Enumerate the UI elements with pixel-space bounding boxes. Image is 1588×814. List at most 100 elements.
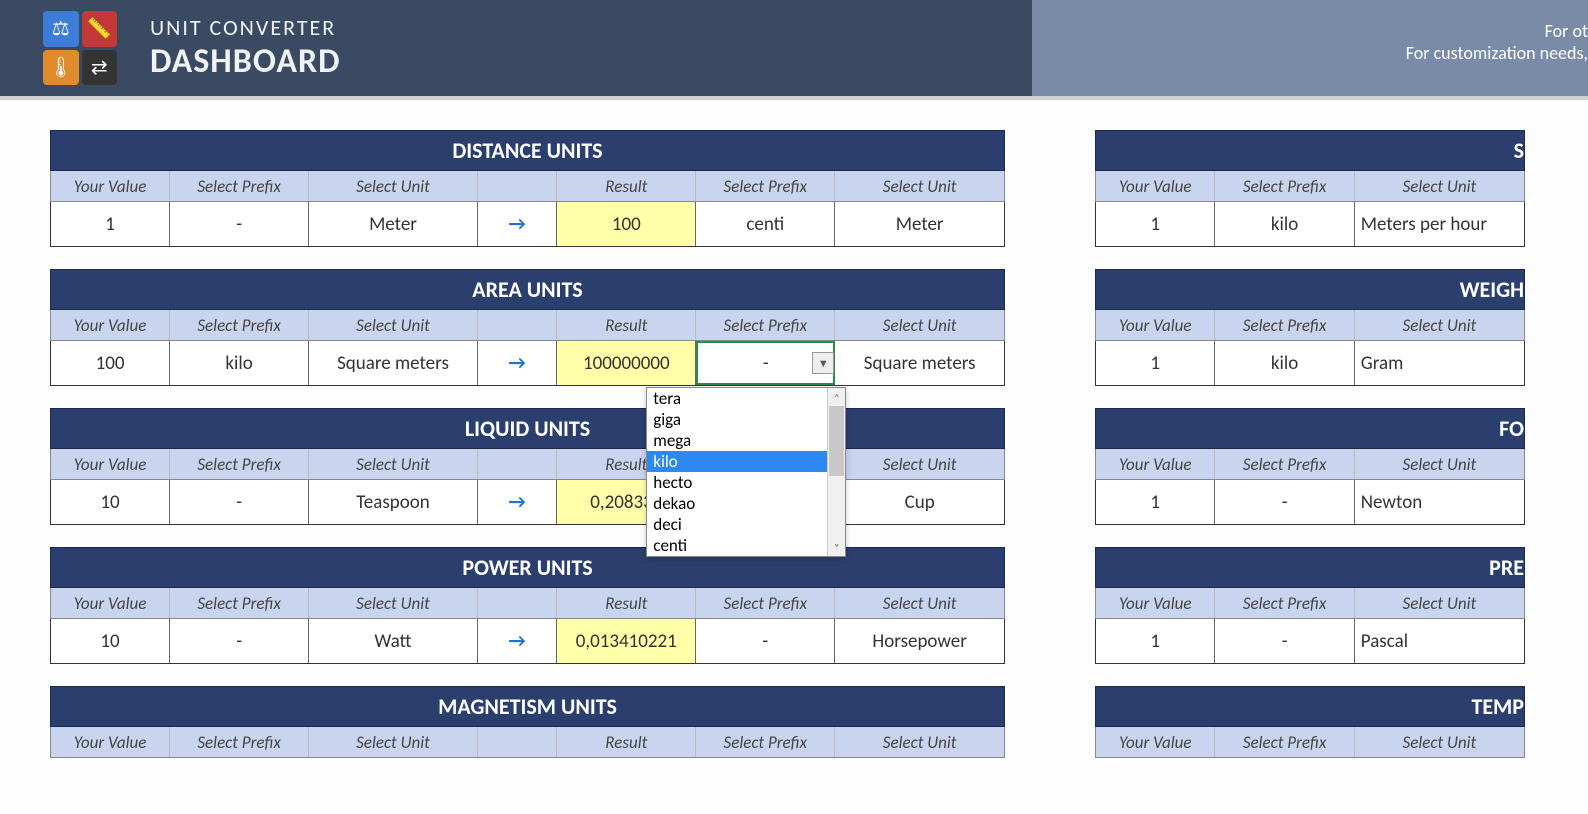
dropdown-option-kilo[interactable]: kilo xyxy=(647,451,827,472)
col-select-unit: Select Unit xyxy=(1355,449,1524,479)
value-input[interactable]: 10 xyxy=(51,480,170,524)
col-select-prefix: Select Prefix xyxy=(170,727,309,757)
col-your-value: Your Value xyxy=(1096,449,1215,479)
scroll-thumb[interactable] xyxy=(829,406,844,476)
panel-headers: Your Value Select Prefix Select Unit Res… xyxy=(50,588,1005,619)
col-select-unit-2: Select Unit xyxy=(835,449,1004,479)
col-select-unit: Select Unit xyxy=(309,727,478,757)
prefix-select-2[interactable]: -▼ xyxy=(696,341,835,385)
col-select-unit: Select Unit xyxy=(1355,588,1524,618)
prefix-select-1[interactable]: - xyxy=(170,202,309,246)
header-title: DASHBOARD xyxy=(150,41,341,82)
unit-select-1[interactable]: Watt xyxy=(309,619,478,663)
prefix-select-1[interactable]: kilo xyxy=(1215,202,1354,246)
col-arrow xyxy=(478,310,557,340)
panel-0: DISTANCE UNITS Your Value Select Prefix … xyxy=(50,130,1005,247)
unit-select-2[interactable]: Square meters xyxy=(835,341,1004,385)
arrow-icon: → xyxy=(478,202,557,246)
panel-title: POWER UNITS xyxy=(50,547,1005,588)
scroll-down-icon[interactable]: ˅ xyxy=(828,538,845,556)
col-result: Result xyxy=(557,588,696,618)
panel-row: 10 - Teaspoon → 0,208333 Cup xyxy=(50,480,1005,525)
col-your-value: Your Value xyxy=(51,588,170,618)
value-input[interactable]: 100 xyxy=(51,341,170,385)
app-logo: ⚖ 📏 🌡 ⇄ xyxy=(40,8,120,88)
prefix-select-2[interactable]: centi xyxy=(696,202,835,246)
value-input[interactable]: 1 xyxy=(1096,202,1215,246)
dropdown-option-centi[interactable]: centi xyxy=(647,535,827,556)
dropdown-option-mega[interactable]: mega xyxy=(647,430,827,451)
prefix-select-1[interactable]: - xyxy=(1215,480,1354,524)
header-info-2: For customization needs, xyxy=(1406,42,1588,64)
panel-title: WEIGH xyxy=(1095,269,1525,310)
col-select-prefix-2: Select Prefix xyxy=(696,171,835,201)
col-select-prefix-2: Select Prefix xyxy=(696,727,835,757)
col-select-prefix-2: Select Prefix xyxy=(696,588,835,618)
value-input[interactable]: 1 xyxy=(1096,341,1215,385)
prefix-select-1[interactable]: - xyxy=(1215,619,1354,663)
panel-row: 1 - Meter → 100 centi Meter xyxy=(50,202,1005,247)
col-select-unit: Select Unit xyxy=(1355,171,1524,201)
col-select-prefix: Select Prefix xyxy=(1215,171,1354,201)
col-select-prefix: Select Prefix xyxy=(1215,588,1354,618)
panel-1: AREA UNITS Your Value Select Prefix Sele… xyxy=(50,269,1005,386)
col-your-value: Your Value xyxy=(51,171,170,201)
unit-select-2[interactable]: Cup xyxy=(835,480,1004,524)
panel-row: 100 kilo Square meters → 100000000 -▼ Sq… xyxy=(50,341,1005,386)
unit-select-1[interactable]: Square meters xyxy=(309,341,478,385)
panel-title: PRE xyxy=(1095,547,1525,588)
value-input[interactable]: 1 xyxy=(1096,619,1215,663)
col-select-prefix: Select Prefix xyxy=(1215,449,1354,479)
panel-headers: Your Value Select Prefix Select Unit xyxy=(1095,588,1525,619)
col-arrow xyxy=(478,171,557,201)
app-header: ⚖ 📏 🌡 ⇄ UNIT CONVERTER DASHBOARD For ot … xyxy=(0,0,1588,100)
col-select-unit: Select Unit xyxy=(309,449,478,479)
panel-2: LIQUID UNITS Your Value Select Prefix Se… xyxy=(50,408,1005,525)
col-your-value: Your Value xyxy=(1096,588,1215,618)
unit-select-1[interactable]: Pascal xyxy=(1355,619,1524,663)
prefix-select-2[interactable]: - xyxy=(696,619,835,663)
prefix-select-1[interactable]: kilo xyxy=(170,341,309,385)
col-your-value: Your Value xyxy=(51,310,170,340)
value-input[interactable]: 1 xyxy=(51,202,170,246)
unit-select-1[interactable]: Gram xyxy=(1355,341,1524,385)
prefix-dropdown[interactable]: teragigamegakilohectodekaodecicenti ˄ ˅ xyxy=(646,387,846,557)
unit-select-1[interactable]: Newton xyxy=(1355,480,1524,524)
panel-row: 1 kilo Meters per hour xyxy=(1095,202,1525,247)
prefix-select-1[interactable]: - xyxy=(170,480,309,524)
scroll-up-icon[interactable]: ˄ xyxy=(828,388,845,406)
panel-headers: Your Value Select Prefix Select Unit xyxy=(1095,310,1525,341)
result-cell: 100 xyxy=(557,202,696,246)
unit-select-1[interactable]: Meters per hour xyxy=(1355,202,1524,246)
unit-select-2[interactable]: Horsepower xyxy=(835,619,1004,663)
col-select-prefix: Select Prefix xyxy=(1215,727,1354,757)
panel-r-0: S Your Value Select Prefix Select Unit 1… xyxy=(1095,130,1525,247)
panel-row: 10 - Watt → 0,013410221 - Horsepower xyxy=(50,619,1005,664)
dropdown-option-tera[interactable]: tera xyxy=(647,388,827,409)
value-input[interactable]: 1 xyxy=(1096,480,1215,524)
result-cell: 0,013410221 xyxy=(557,619,696,663)
dropdown-button[interactable]: ▼ xyxy=(812,352,834,374)
col-select-unit-2: Select Unit xyxy=(835,171,1004,201)
dropdown-option-dekao[interactable]: dekao xyxy=(647,493,827,514)
panel-title: MAGNETISM UNITS xyxy=(50,686,1005,727)
col-your-value: Your Value xyxy=(51,449,170,479)
arrow-icon: → xyxy=(478,480,557,524)
unit-select-2[interactable]: Meter xyxy=(835,202,1004,246)
prefix-select-1[interactable]: - xyxy=(170,619,309,663)
dropdown-option-hecto[interactable]: hecto xyxy=(647,472,827,493)
dropdown-option-deci[interactable]: deci xyxy=(647,514,827,535)
result-cell: 100000000 xyxy=(557,341,696,385)
dropdown-scrollbar[interactable]: ˄ ˅ xyxy=(827,388,845,556)
header-info-1: For ot xyxy=(1406,20,1588,42)
value-input[interactable]: 10 xyxy=(51,619,170,663)
col-result: Result xyxy=(557,171,696,201)
col-select-unit: Select Unit xyxy=(309,171,478,201)
unit-select-1[interactable]: Teaspoon xyxy=(309,480,478,524)
col-select-unit-2: Select Unit xyxy=(835,588,1004,618)
dropdown-option-giga[interactable]: giga xyxy=(647,409,827,430)
prefix-select-1[interactable]: kilo xyxy=(1215,341,1354,385)
unit-select-1[interactable]: Meter xyxy=(309,202,478,246)
panel-r-4: TEMP Your Value Select Prefix Select Uni… xyxy=(1095,686,1525,758)
weight-icon: ⚖ xyxy=(43,11,79,47)
